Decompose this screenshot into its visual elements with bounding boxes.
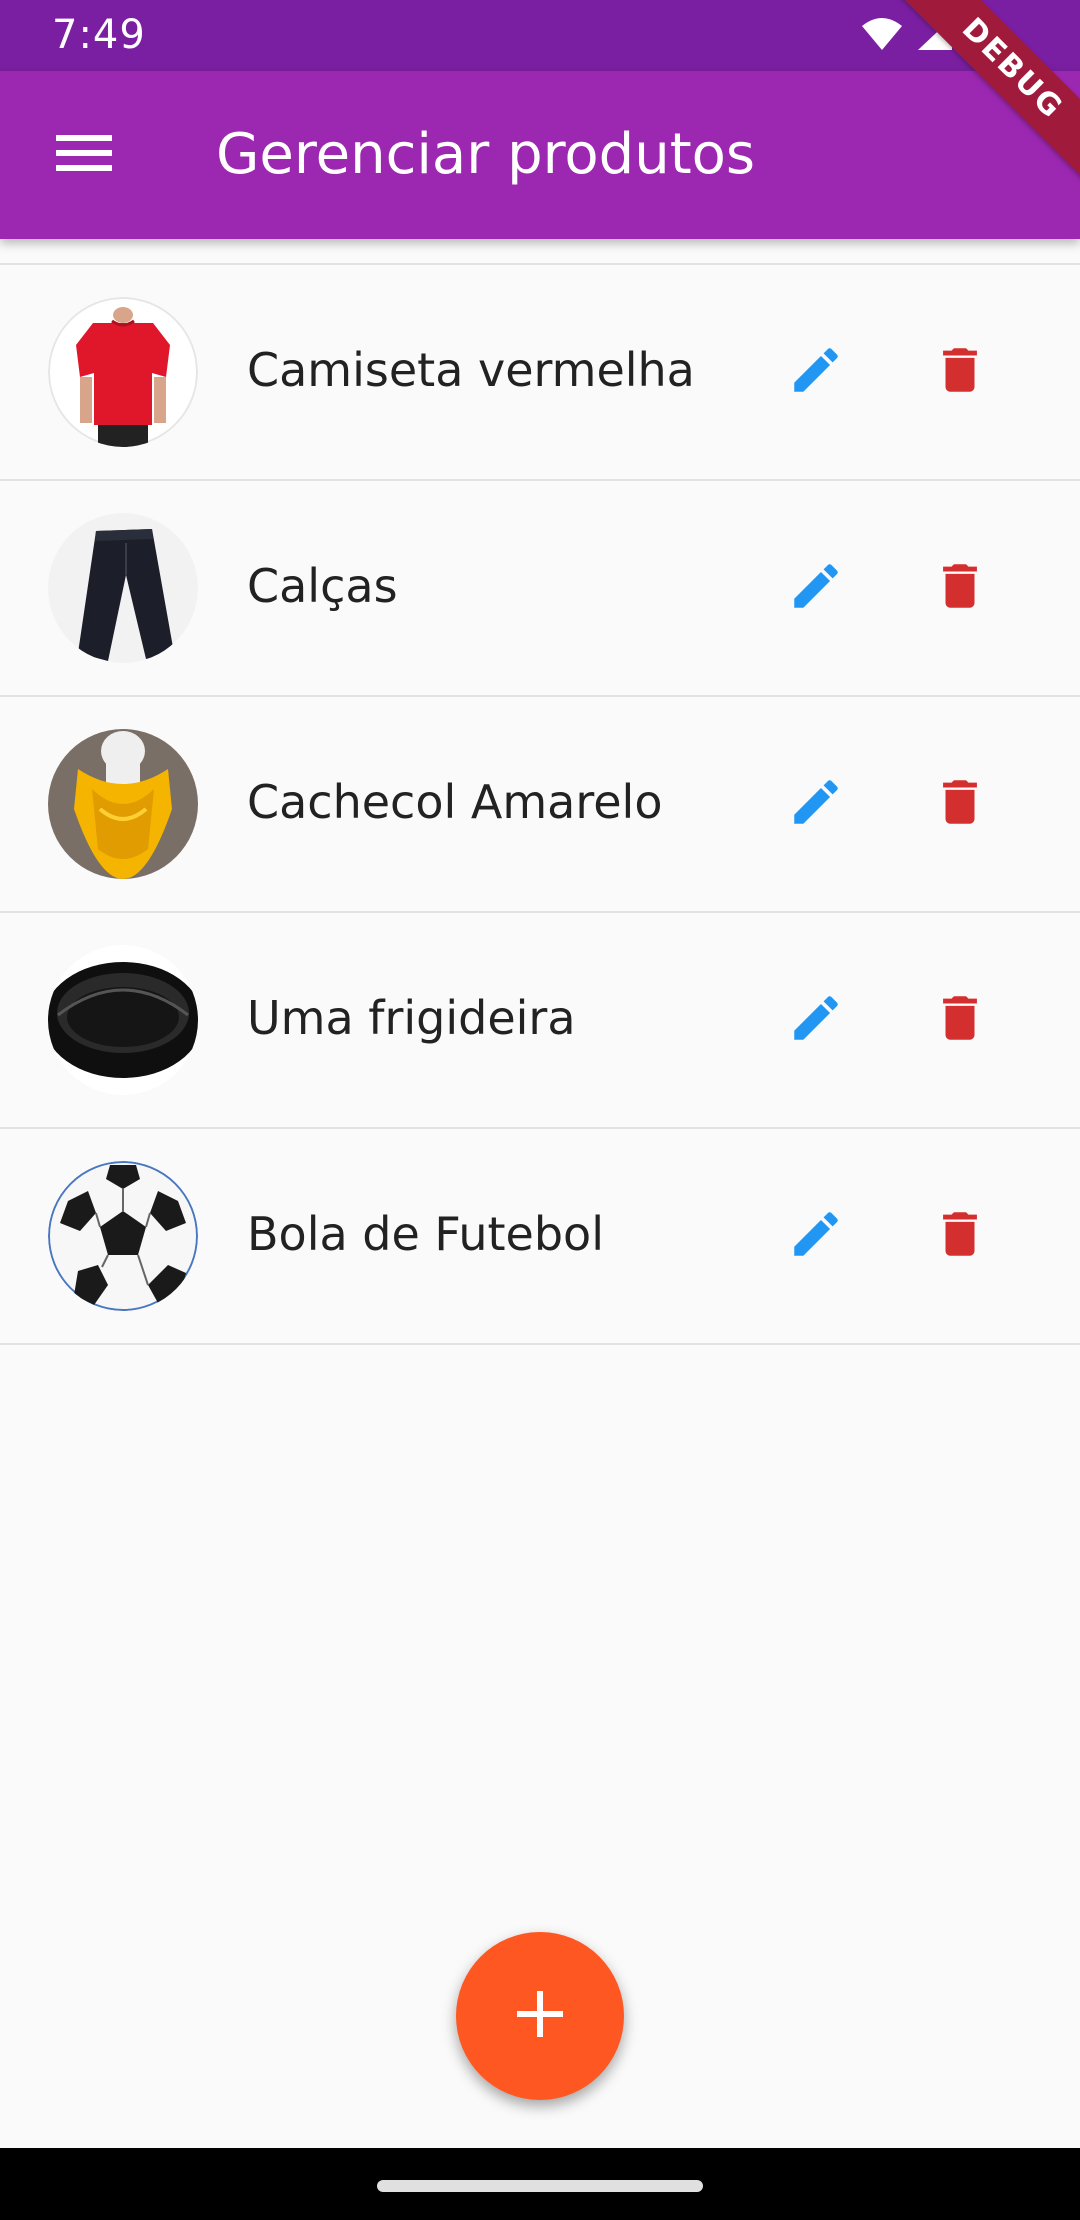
trash-icon — [931, 1205, 989, 1267]
list-item: Calças — [0, 481, 1080, 697]
black-pants-image — [48, 513, 198, 663]
edit-button[interactable] — [776, 980, 856, 1060]
pencil-icon — [787, 773, 845, 835]
plus-icon — [515, 1989, 565, 2043]
list-item: Cachecol Amarelo — [0, 697, 1080, 913]
manage-products-screen: 7:49 Gerenciar produtos DEBUG Camiseta v… — [0, 0, 1080, 2220]
red-tshirt-image — [48, 297, 198, 447]
edit-button[interactable] — [776, 1196, 856, 1276]
app-bar: Gerenciar produtos — [0, 71, 1080, 239]
delete-button[interactable] — [920, 332, 1000, 412]
product-name: Cachecol Amarelo — [247, 775, 663, 829]
soccer-ball-image — [48, 1161, 198, 1311]
list-item: Camiseta vermelha — [0, 265, 1080, 481]
menu-button[interactable] — [40, 119, 128, 191]
list-item: Uma frigideira — [0, 913, 1080, 1129]
frying-pan-image — [48, 945, 198, 1095]
edit-button[interactable] — [776, 548, 856, 628]
edit-button[interactable] — [776, 332, 856, 412]
menu-icon — [56, 133, 112, 177]
product-list: Camiseta vermelha Calças Cachecol Amarel… — [0, 263, 1080, 1345]
home-indicator[interactable] — [377, 2180, 703, 2192]
delete-button[interactable] — [920, 980, 1000, 1060]
pencil-icon — [787, 1205, 845, 1267]
product-name: Camiseta vermelha — [247, 343, 695, 397]
delete-button[interactable] — [920, 764, 1000, 844]
product-name: Uma frigideira — [247, 991, 576, 1045]
trash-icon — [931, 557, 989, 619]
page-title: Gerenciar produtos — [216, 122, 756, 187]
pencil-icon — [787, 989, 845, 1051]
wifi-icon — [860, 16, 904, 56]
yellow-scarf-image — [48, 729, 198, 879]
delete-button[interactable] — [920, 1196, 1000, 1276]
status-time: 7:49 — [52, 12, 146, 58]
delete-button[interactable] — [920, 548, 1000, 628]
system-navigation-bar — [0, 2148, 1080, 2220]
trash-icon — [931, 989, 989, 1051]
pencil-icon — [787, 557, 845, 619]
pencil-icon — [787, 341, 845, 403]
trash-icon — [931, 773, 989, 835]
product-name: Bola de Futebol — [247, 1207, 604, 1261]
add-product-button[interactable] — [456, 1932, 624, 2100]
trash-icon — [931, 341, 989, 403]
list-item: Bola de Futebol — [0, 1129, 1080, 1345]
product-name: Calças — [247, 559, 398, 613]
edit-button[interactable] — [776, 764, 856, 844]
